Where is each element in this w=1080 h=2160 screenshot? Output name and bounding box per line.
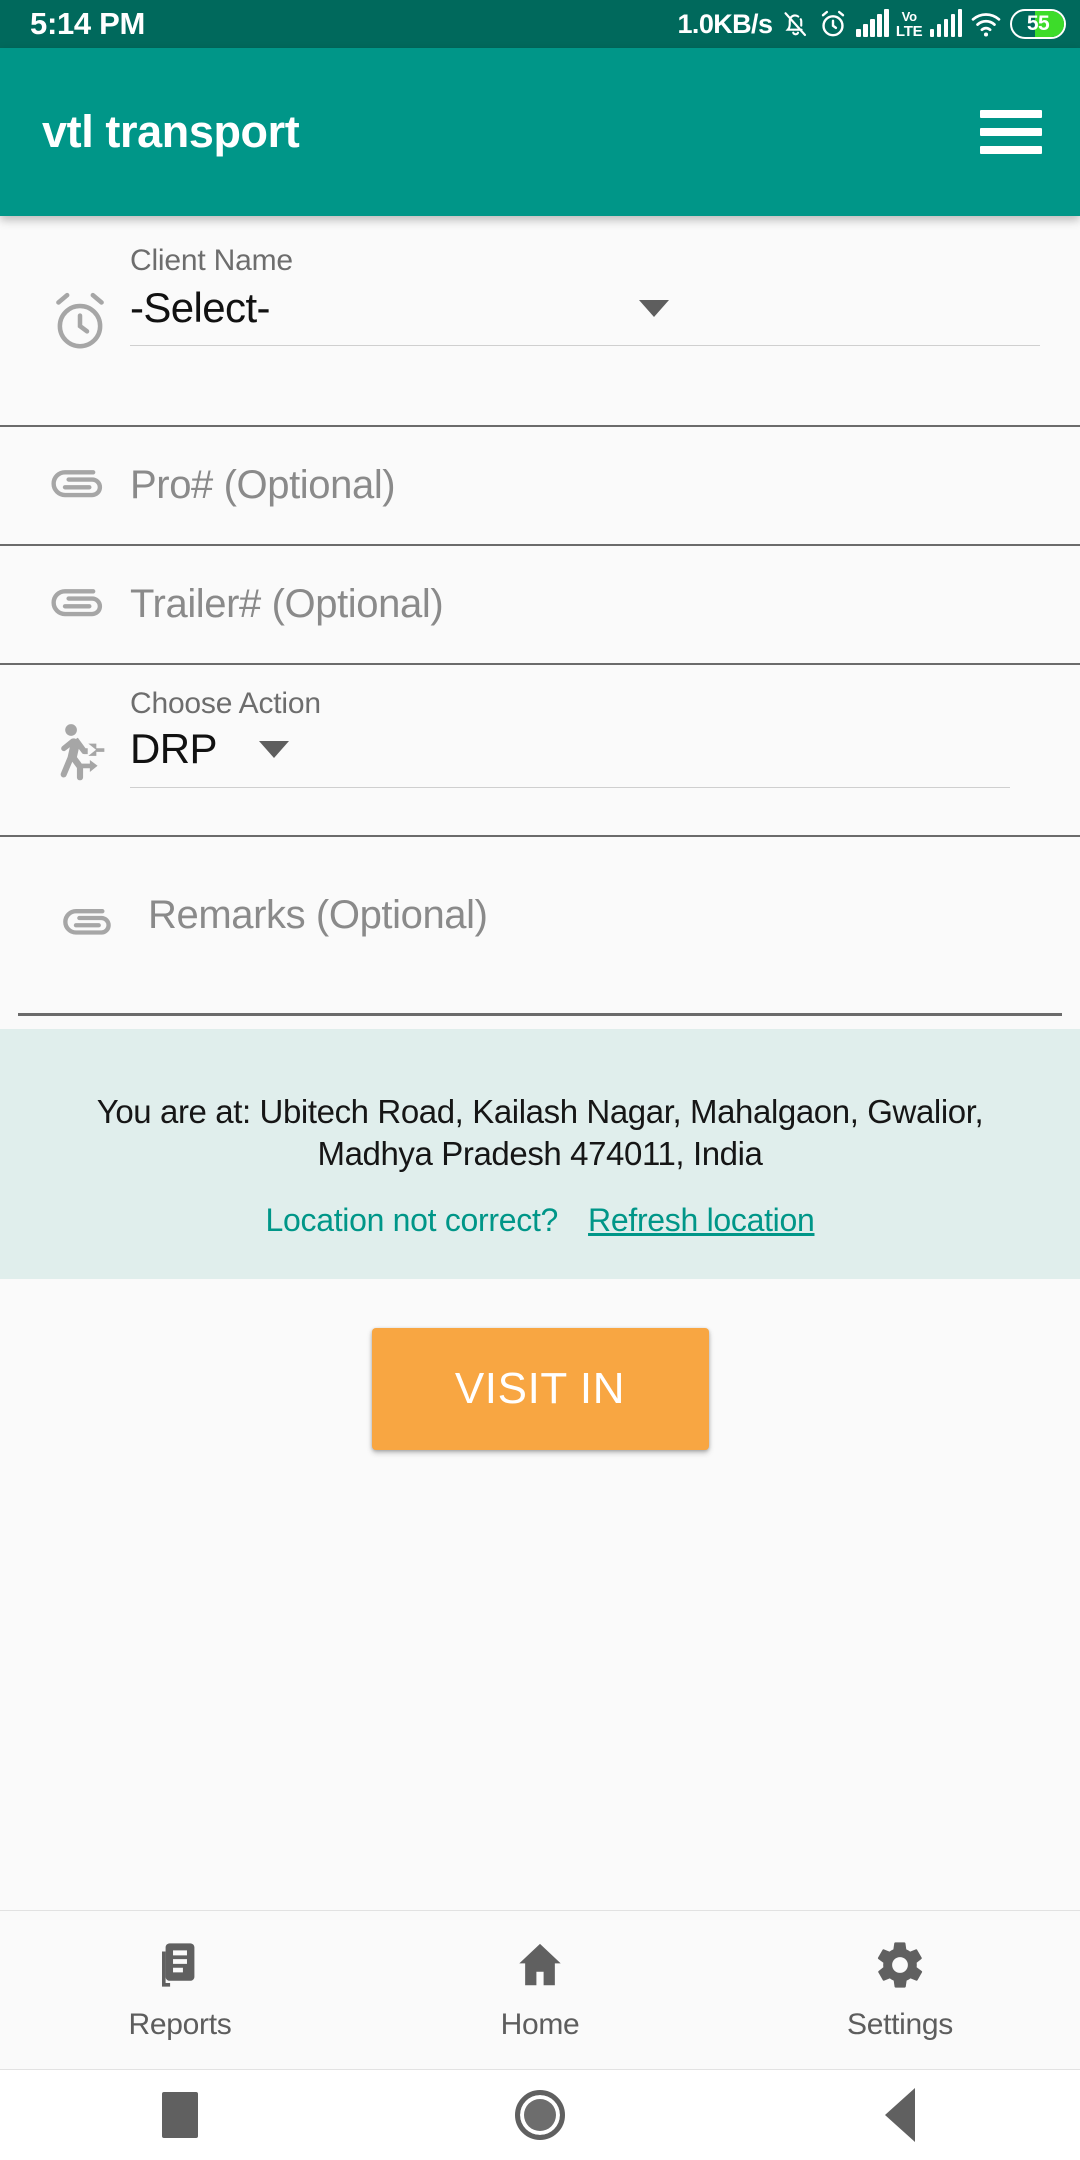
choose-action-label: Choose Action [130,687,321,720]
nav-label-settings: Settings [847,2008,953,2041]
nav-label-home: Home [500,2008,580,2041]
pro-number-input[interactable]: Pro# (Optional) [130,463,1040,508]
gear-icon [873,1938,927,1997]
menu-line-1 [980,110,1042,118]
transfer-within-station-icon [40,665,120,837]
nav-item-settings[interactable]: Settings [720,1938,1080,2042]
status-bar-icons: 1.0KB/s Vo LTE 55 [678,8,1066,40]
remarks-underline [18,1013,1062,1016]
pro-number-row[interactable]: Pro# (Optional) [0,427,1080,546]
triangle-back-icon [885,2088,915,2142]
refresh-location-link[interactable]: Refresh location [588,1202,815,1239]
recents-button[interactable] [0,2092,360,2138]
network-speed-text: 1.0KB/s [677,8,773,39]
nav-item-reports[interactable]: Reports [0,1938,360,2042]
circle-home-icon [515,2090,565,2140]
paperclip-icon [40,546,120,665]
location-question-label: Location not correct? [265,1202,559,1239]
form-content: Client Name -Select- Pro# (Optional) Tra… [0,216,1080,1910]
client-name-underline [130,345,1040,346]
remarks-body: Remarks (Optional) [148,837,1080,938]
primary-action-zone: VISIT IN [0,1279,1080,1639]
choose-action-body: Choose Action DRP [130,665,1080,788]
paperclip-icon [40,427,120,546]
android-navigation-bar [0,2070,1080,2160]
menu-line-2 [980,128,1042,136]
choose-action-row[interactable]: Choose Action DRP [0,665,1080,837]
trailer-number-body: Trailer# (Optional) [130,546,1080,627]
client-name-select[interactable]: -Select- [130,284,1040,332]
choose-action-value: DRP [130,725,217,772]
location-banner: You are at: Ubitech Road, Kailash Nagar,… [0,1029,1080,1279]
status-bar: 5:14 PM 1.0KB/s Vo LTE 55 [0,0,1080,48]
chevron-down-icon[interactable] [639,299,669,317]
trailer-number-input[interactable]: Trailer# (Optional) [130,582,1040,627]
alarm-icon [822,10,845,37]
nav-item-home[interactable]: Home [360,1938,720,2042]
back-button[interactable] [720,2088,1080,2142]
app-bar: vtl transport [0,48,1080,216]
square-recents-icon [162,2092,198,2138]
client-name-body: Client Name -Select- [130,216,1080,346]
location-actions: Location not correct? Refresh location [55,1202,1025,1239]
current-location-text: You are at: Ubitech Road, Kailash Nagar,… [96,1093,984,1173]
app-title: vtl transport [42,106,300,157]
hamburger-menu-icon[interactable] [980,106,1042,158]
status-bar-clock: 5:14 PM [30,6,146,41]
battery-icon: 55 [1010,9,1066,39]
visit-in-button[interactable]: VISIT IN [371,1328,709,1450]
wifi-icon [971,13,1001,37]
volte-icon: Vo LTE [895,8,923,40]
client-name-value: -Select- [130,284,271,331]
remarks-input[interactable]: Remarks (Optional) [148,893,1040,938]
home-icon [513,1938,567,1997]
mute-icon [784,12,807,37]
battery-level-text: 55 [1026,12,1050,35]
pro-number-body: Pro# (Optional) [130,427,1080,508]
bottom-navigation: Reports Home Settings [0,1910,1080,2070]
choose-action-select[interactable]: DRP [130,725,1040,773]
remarks-row[interactable]: Remarks (Optional) [0,837,1080,1029]
client-name-label: Client Name [130,244,293,277]
signal-bars-icon [856,9,889,37]
chevron-down-icon[interactable] [258,740,289,758]
choose-action-underline [130,787,1010,788]
trailer-number-row[interactable]: Trailer# (Optional) [0,546,1080,665]
paperclip-icon [50,837,130,1013]
home-button[interactable] [360,2090,720,2140]
client-name-row[interactable]: Client Name -Select- [0,216,1080,427]
nav-label-reports: Reports [128,2008,232,2041]
phone-screen: 5:14 PM 1.0KB/s Vo LTE 55 vtl transport … [0,0,1080,2160]
library-books-icon [153,1938,207,1997]
signal-bars-icon-2 [929,9,962,37]
menu-line-3 [980,146,1042,154]
alarm-clock-icon [40,216,120,427]
